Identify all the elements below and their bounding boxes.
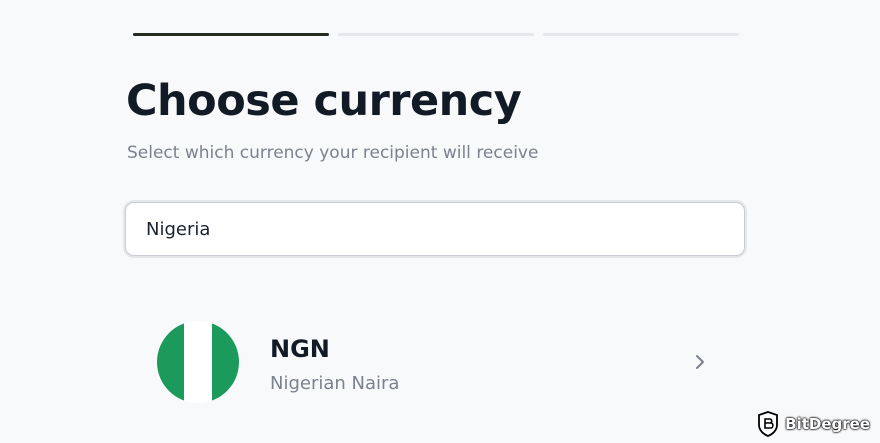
page-subtitle: Select which currency your recipient wil… (127, 143, 539, 163)
progress-steps (133, 33, 739, 36)
currency-option-ngn[interactable]: NGN Nigerian Naira (140, 312, 730, 412)
watermark-text: BitDegree (785, 415, 870, 433)
bitdegree-watermark: BitDegree (757, 411, 870, 437)
progress-step-1 (133, 33, 329, 36)
currency-search-input[interactable] (146, 203, 726, 255)
nigeria-flag-icon (157, 321, 239, 403)
currency-search-box[interactable] (125, 202, 745, 256)
chevron-right-icon (696, 355, 704, 369)
currency-selection-page: Choose currency Select which currency yo… (0, 0, 880, 443)
page-title: Choose currency (126, 76, 522, 126)
progress-step-2 (338, 33, 534, 36)
currency-name: Nigerian Naira (270, 373, 400, 394)
progress-step-3 (543, 33, 739, 36)
currency-code: NGN (270, 335, 330, 363)
bitdegree-logo-icon (758, 411, 779, 437)
